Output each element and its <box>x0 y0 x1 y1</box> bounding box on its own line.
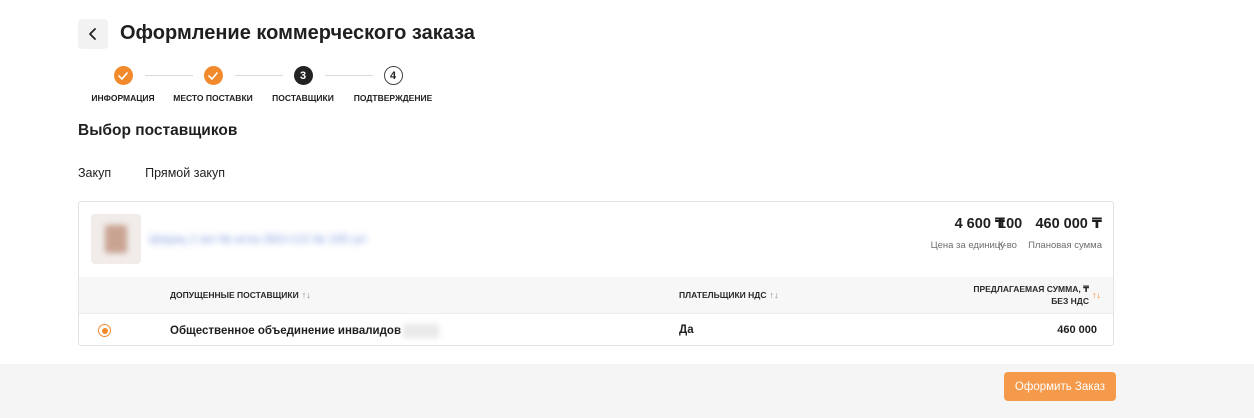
planned-sum-value: 460 000 ₸ <box>1035 216 1102 232</box>
unit-price-caption: Цена за единицу <box>930 240 1005 251</box>
column-header-proposed-sum[interactable]: ПРЕДЛАГАЕМАЯ СУММА, ₸ БЕЗ НДС ↑↓ <box>973 283 1101 307</box>
planned-sum-summary: 460 000 ₸ Плановая сумма <box>1028 216 1102 251</box>
check-icon <box>113 66 133 85</box>
purchase-type-option[interactable]: Прямой закуп <box>145 166 225 180</box>
stepper: ИНФОРМАЦИЯ МЕСТО ПОСТАВКИ 3 ПОСТАВЩИКИ 4… <box>78 66 438 110</box>
sort-icon: ↑↓ <box>769 290 779 300</box>
column-label: ПЛАТЕЛЬЩИКИ НДС <box>679 290 767 300</box>
redacted-text <box>403 324 440 338</box>
step-number: 3 <box>293 66 313 85</box>
proposed-sum-cell: 460 000 <box>1057 324 1097 336</box>
page-title: Оформление коммерческого заказа <box>120 22 475 44</box>
product-image <box>91 214 141 264</box>
toggle-switch[interactable] <box>111 166 145 180</box>
supplier-radio[interactable] <box>98 324 111 337</box>
column-header-vat[interactable]: ПЛАТЕЛЬЩИКИ НДС ↑↓ <box>679 290 779 300</box>
planned-sum-caption: Плановая сумма <box>1028 240 1102 251</box>
step-label: ПОДТВЕРЖДЕНИЕ <box>353 93 433 103</box>
column-header-suppliers[interactable]: ДОПУЩЕННЫЕ ПОСТАВЩИКИ ↑↓ <box>170 290 311 300</box>
sort-icon: ↑↓ <box>301 290 311 300</box>
purchase-type-toggle: Закуп Прямой закуп <box>78 166 225 180</box>
purchase-type-option[interactable]: Закуп <box>78 166 111 180</box>
check-icon <box>203 66 223 85</box>
step-number: 4 <box>383 66 403 85</box>
sort-icon: ↑↓ <box>1092 290 1101 300</box>
supplier-selection-card: Шприц 1 мл № игла 26G×1/2 № 100 шт 4 600… <box>78 201 1114 346</box>
footer-bar: Оформить Заказ <box>0 364 1254 418</box>
supplier-name: Общественное объединение инвалидов <box>170 325 402 338</box>
table-header: ДОПУЩЕННЫЕ ПОСТАВЩИКИ ↑↓ ПЛАТЕЛЬЩИКИ НДС… <box>79 277 1113 313</box>
table-row[interactable]: Общественное объединение инвалидов Да 46… <box>79 313 1113 345</box>
unit-price-value: 4 600 ₸ <box>954 216 1005 232</box>
quantity-value: 100 <box>998 216 1023 232</box>
back-button[interactable] <box>78 19 108 49</box>
product-name: Шприц 1 мл № игла 26G×1/2 № 100 шт <box>149 232 368 246</box>
supplier-name-cell: Общественное объединение инвалидов <box>170 324 440 338</box>
step-confirmation: 4 ПОДТВЕРЖДЕНИЕ <box>333 66 453 103</box>
column-label: ДОПУЩЕННЫЕ ПОСТАВЩИКИ <box>170 290 299 300</box>
quantity-caption: К-во <box>998 240 1017 251</box>
section-title: Выбор поставщиков <box>78 122 238 139</box>
submit-order-button[interactable]: Оформить Заказ <box>1004 372 1116 401</box>
column-label: ПРЕДЛАГАЕМАЯ СУММА, ₸ <box>973 284 1089 294</box>
unit-price-summary: 4 600 ₸ Цена за единицу <box>931 216 1005 251</box>
column-label: БЕЗ НДС <box>1051 296 1089 306</box>
chevron-left-icon <box>89 28 96 40</box>
vat-cell: Да <box>679 324 694 336</box>
quantity-summary: 100 К-во <box>998 216 1022 251</box>
